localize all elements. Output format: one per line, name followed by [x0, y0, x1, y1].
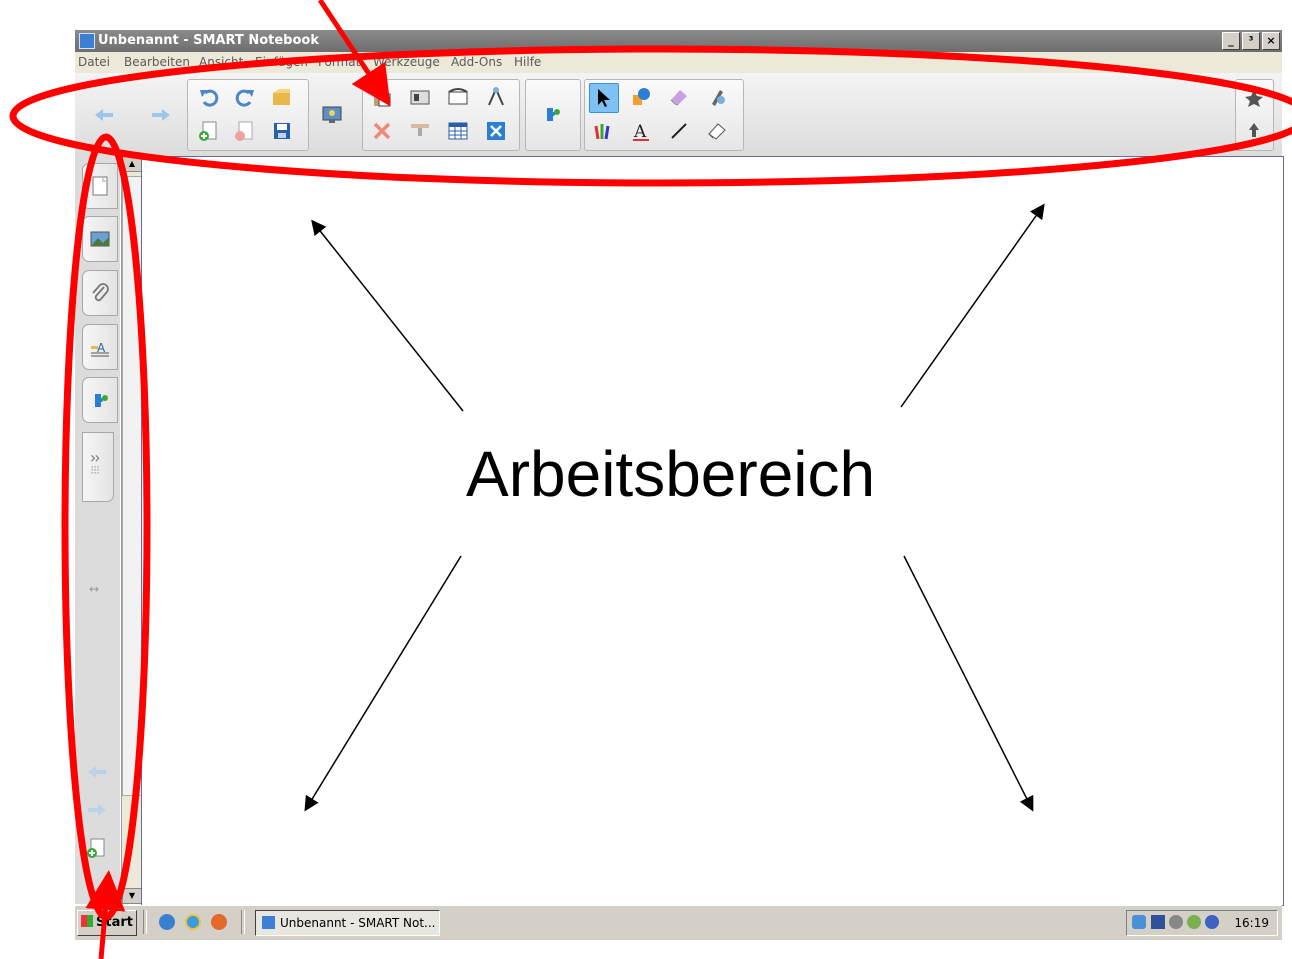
- auto-hide-tab[interactable]: [82, 432, 114, 502]
- shapes-icon[interactable]: [627, 83, 655, 111]
- file-tools-group: [187, 79, 309, 151]
- scroll-down-icon[interactable]: ▼: [122, 888, 142, 904]
- page-sorter-icon: [92, 176, 108, 196]
- back-arrow-icon[interactable]: [90, 101, 118, 129]
- work-area-canvas[interactable]: [141, 156, 1284, 906]
- pens-icon[interactable]: [589, 117, 617, 145]
- page-sorter-tab[interactable]: [82, 163, 118, 209]
- window-controls: _ ³ ×: [1222, 32, 1280, 50]
- minimize-button[interactable]: _: [1222, 32, 1240, 50]
- properties-tab[interactable]: A: [82, 324, 118, 370]
- forward-arrow-icon[interactable]: [147, 101, 175, 129]
- menu-ansicht[interactable]: Ansicht: [199, 52, 243, 73]
- pin-icon[interactable]: [1240, 84, 1268, 112]
- screen-toggle-icon[interactable]: [406, 117, 434, 145]
- windows-taskbar: Start Unbenannt - SMART Not... 16:19: [75, 905, 1282, 940]
- start-label: Start: [96, 915, 133, 930]
- text-icon[interactable]: A: [627, 117, 655, 145]
- magic-pen-icon[interactable]: [703, 83, 731, 111]
- eraser-tool-icon[interactable]: [703, 117, 731, 145]
- move-toolbar-icon[interactable]: [1240, 116, 1268, 144]
- restore-button[interactable]: ³: [1242, 32, 1260, 50]
- collapse-chevrons-icon: [91, 454, 100, 474]
- select-icon[interactable]: [589, 83, 619, 113]
- add-ons-tab[interactable]: [82, 377, 118, 423]
- menu-datei[interactable]: Datei: [78, 52, 110, 73]
- taskbar-item-smart-notebook[interactable]: Unbenannt - SMART Not...: [255, 910, 440, 936]
- tray-clock-tool-icon[interactable]: [1169, 915, 1183, 929]
- menu-bearbeiten[interactable]: Bearbeiten: [124, 52, 190, 73]
- tray-sync-icon[interactable]: [1187, 915, 1201, 929]
- new-page-icon[interactable]: [195, 117, 223, 145]
- edit-tools-group: [362, 79, 520, 151]
- window-title-bar: Unbenannt - SMART Notebook _ ³ ×: [75, 30, 1282, 52]
- close-button[interactable]: ×: [1262, 32, 1280, 50]
- tray-network-icon[interactable]: [1151, 915, 1165, 929]
- smart-notebook-app-icon: [79, 33, 95, 49]
- add-ons-icon: [95, 394, 108, 407]
- windows-flag-icon: [81, 915, 93, 927]
- properties-icon: A: [91, 341, 109, 357]
- taskbar-divider: [143, 910, 147, 934]
- screen-shade-icon[interactable]: [444, 83, 472, 111]
- toolbar-end-group: [1235, 79, 1274, 151]
- window-title: Unbenannt - SMART Notebook: [98, 33, 319, 48]
- attachments-icon: [92, 283, 109, 302]
- desktop-quicklaunch-icon[interactable]: [159, 914, 175, 930]
- menu-bar: Datei Bearbeiten Ansicht Einfügen Format…: [75, 52, 1282, 73]
- eraser-icon[interactable]: [665, 83, 693, 111]
- start-button[interactable]: Start: [77, 910, 137, 936]
- undo-icon[interactable]: [195, 83, 223, 111]
- display-icon[interactable]: [318, 101, 346, 129]
- menu-add-ons[interactable]: Add-Ons: [451, 52, 502, 73]
- internet-explorer-icon[interactable]: [185, 914, 201, 930]
- menu-werkzeuge[interactable]: Werkzeuge: [373, 52, 440, 73]
- smart-notebook-task-icon: [262, 916, 275, 929]
- gallery-tab[interactable]: [82, 216, 118, 262]
- delete-page-icon[interactable]: [231, 117, 259, 145]
- panel-back-icon[interactable]: [83, 758, 111, 786]
- drawing-tools-group: A: [584, 79, 744, 151]
- full-screen-icon[interactable]: [482, 117, 510, 145]
- measurement-tools-icon[interactable]: [482, 83, 510, 111]
- menu-einfuegen[interactable]: Einfügen: [255, 52, 308, 73]
- camera-icon[interactable]: [406, 83, 434, 111]
- open-folder-icon[interactable]: [268, 83, 296, 111]
- work-area-label: Arbeitsbereich: [466, 438, 876, 510]
- system-tray: 16:19: [1126, 910, 1278, 936]
- paste-icon[interactable]: [368, 83, 396, 111]
- line-icon[interactable]: [665, 117, 693, 145]
- save-icon[interactable]: [268, 117, 296, 145]
- add-ons-group: [525, 79, 581, 151]
- clock: 16:19: [1234, 916, 1269, 930]
- table-icon[interactable]: [444, 117, 472, 145]
- tray-security-icon[interactable]: [1205, 915, 1219, 929]
- side-panel-scrollbar[interactable]: ▲ ▼: [121, 156, 142, 904]
- menu-format[interactable]: Format: [318, 52, 360, 73]
- main-toolbar: A: [75, 73, 1282, 157]
- firefox-icon[interactable]: [211, 914, 227, 930]
- task-label: Unbenannt - SMART Not...: [280, 916, 436, 930]
- add-ons-icon[interactable]: [538, 100, 566, 128]
- panel-forward-icon[interactable]: [83, 796, 111, 824]
- attachments-tab[interactable]: [82, 270, 118, 316]
- delete-icon[interactable]: [368, 117, 396, 145]
- resize-handle-icon[interactable]: ↔: [89, 582, 99, 596]
- tray-smart-icon[interactable]: [1132, 915, 1146, 929]
- gallery-icon: [90, 231, 110, 247]
- scroll-up-icon[interactable]: ▲: [122, 156, 142, 172]
- panel-new-page-icon[interactable]: [83, 834, 111, 862]
- taskbar-divider: [241, 910, 245, 934]
- scroll-thumb[interactable]: [122, 176, 142, 796]
- redo-icon[interactable]: [231, 83, 259, 111]
- side-panel: A ↔: [75, 156, 120, 904]
- menu-hilfe[interactable]: Hilfe: [514, 52, 541, 73]
